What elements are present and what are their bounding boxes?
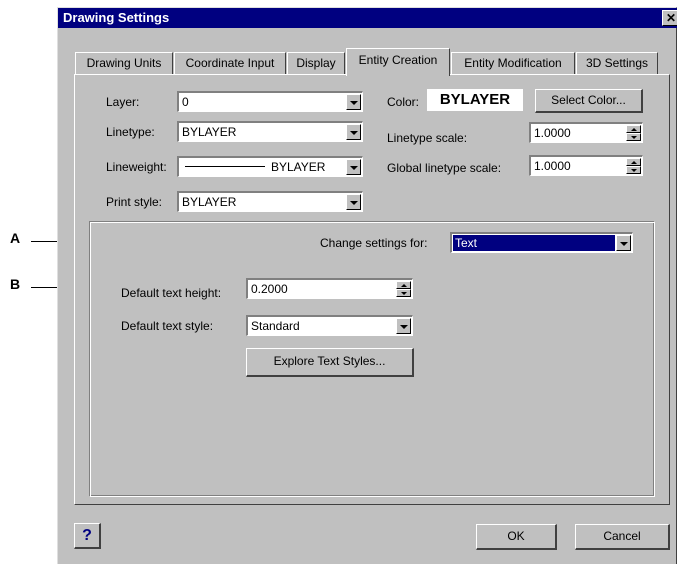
close-icon: ✕ bbox=[665, 11, 677, 25]
ok-label: OK bbox=[507, 529, 525, 543]
change-settings-selection bbox=[453, 235, 615, 251]
spinner-arrows[interactable] bbox=[396, 281, 411, 298]
dialog-title: Drawing Settings bbox=[63, 10, 170, 25]
tab-label: Drawing Units bbox=[86, 56, 162, 70]
tab-drawing-units[interactable]: Drawing Units bbox=[75, 52, 173, 74]
tab-label: Entity Modification bbox=[464, 56, 562, 70]
ok-button[interactable]: OK bbox=[476, 524, 557, 550]
title-bar: Drawing Settings ✕ bbox=[58, 8, 677, 28]
tab-label: 3D Settings bbox=[585, 56, 649, 70]
explore-text-styles-button[interactable]: Explore Text Styles... bbox=[246, 348, 414, 377]
tab-entity-creation[interactable]: Entity Creation bbox=[346, 48, 450, 76]
tab-entity-modification[interactable]: Entity Modification bbox=[451, 52, 575, 74]
cancel-button[interactable]: Cancel bbox=[575, 524, 670, 550]
chevron-down-icon[interactable] bbox=[616, 235, 631, 251]
tab-display[interactable]: Display bbox=[287, 52, 345, 74]
tab-label: Display bbox=[296, 56, 336, 70]
cancel-label: Cancel bbox=[603, 529, 641, 543]
change-settings-value: Text bbox=[455, 236, 478, 250]
tab-label: Coordinate Input bbox=[185, 56, 275, 70]
default-text-height-label: Default text height: bbox=[121, 286, 222, 300]
tab-coordinate-input[interactable]: Coordinate Input bbox=[174, 52, 286, 74]
arrow-up-icon[interactable] bbox=[396, 281, 411, 289]
drawing-settings-dialog: Drawing Settings ✕ Drawing Units Coordin… bbox=[57, 7, 677, 564]
tab-label: Entity Creation bbox=[358, 53, 438, 67]
explore-text-styles-label: Explore Text Styles... bbox=[273, 354, 386, 368]
default-text-style-dropdown[interactable]: Standard bbox=[246, 315, 413, 336]
close-button[interactable]: ✕ bbox=[662, 10, 677, 26]
chevron-down-icon[interactable] bbox=[396, 318, 411, 334]
default-text-height-value: 0.2000 bbox=[251, 282, 288, 296]
callout-b-letter: B bbox=[10, 276, 21, 292]
default-text-style-value: Standard bbox=[251, 319, 300, 333]
change-settings-dropdown[interactable]: Text bbox=[450, 232, 633, 253]
help-button[interactable]: ? bbox=[74, 523, 101, 549]
default-text-style-label: Default text style: bbox=[121, 319, 214, 333]
callout-a-letter: A bbox=[10, 230, 21, 246]
tab-3d-settings[interactable]: 3D Settings bbox=[576, 52, 658, 74]
arrow-down-icon[interactable] bbox=[396, 289, 411, 297]
change-settings-label: Change settings for: bbox=[320, 236, 428, 250]
default-text-height-spinner[interactable]: 0.2000 bbox=[246, 278, 413, 299]
help-icon: ? bbox=[82, 527, 92, 544]
